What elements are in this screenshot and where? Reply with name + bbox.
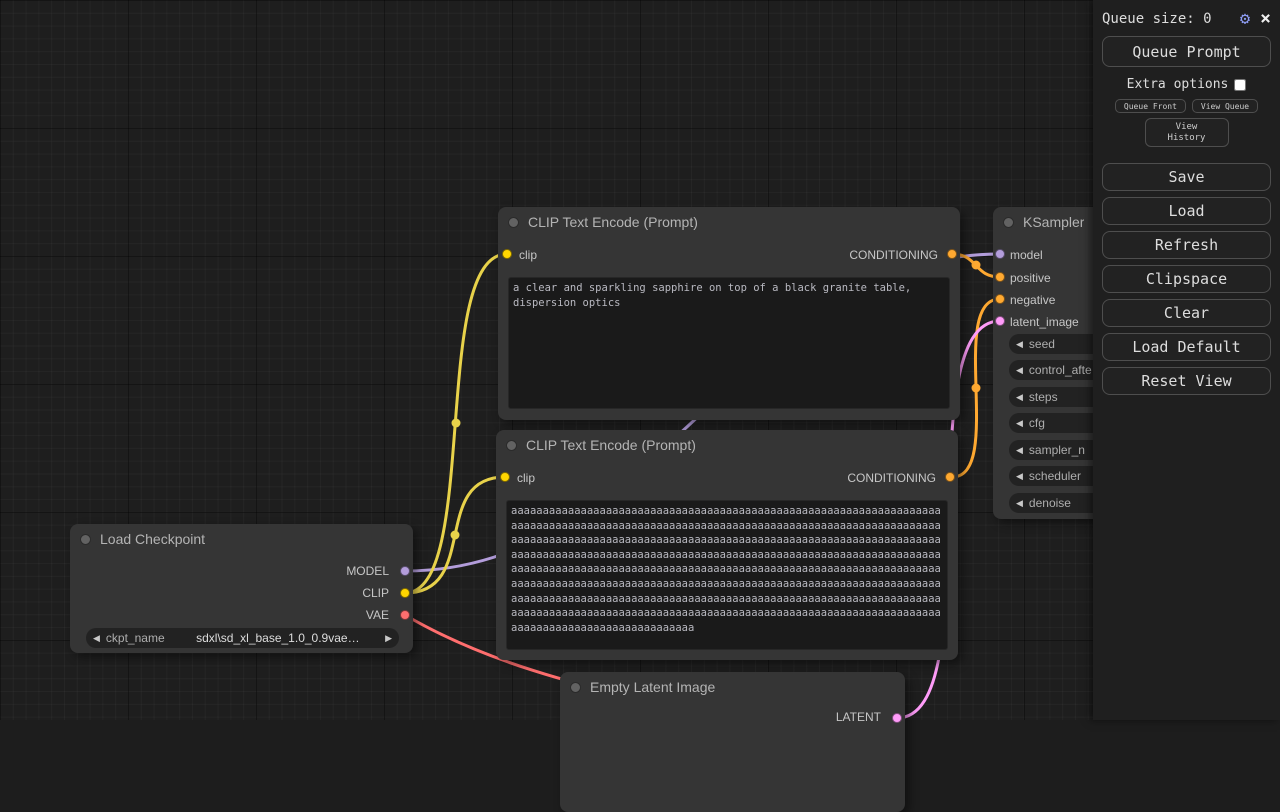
clipspace-button[interactable]: Clipspace bbox=[1102, 265, 1271, 293]
wire-clip-2-dot bbox=[451, 531, 460, 540]
wire-positive-dot bbox=[972, 261, 981, 270]
menu-header: Queue size: 0 ⚙ × bbox=[1102, 10, 1271, 28]
reset-view-button[interactable]: Reset View bbox=[1102, 367, 1271, 395]
prompt-textarea[interactable]: a clear and sparkling sapphire on top of… bbox=[508, 277, 950, 409]
node-title: Empty Latent Image bbox=[590, 679, 715, 695]
clip-input-slot[interactable] bbox=[502, 249, 512, 259]
collapse-dot-icon[interactable] bbox=[1003, 217, 1014, 228]
save-button[interactable]: Save bbox=[1102, 163, 1271, 191]
model-input-label: model bbox=[1010, 248, 1043, 262]
extra-options-checkbox[interactable] bbox=[1234, 79, 1246, 91]
conditioning-output-label: CONDITIONING bbox=[849, 248, 938, 262]
vae-output-label: VAE bbox=[366, 608, 389, 622]
clip-input-label: clip bbox=[517, 471, 535, 485]
queue-front-button[interactable]: Queue Front bbox=[1115, 99, 1186, 113]
collapse-dot-icon[interactable] bbox=[506, 440, 517, 451]
latent-image-input-label: latent_image bbox=[1010, 315, 1079, 329]
clear-button[interactable]: Clear bbox=[1102, 299, 1271, 327]
comfy-menu-panel: Queue size: 0 ⚙ × Queue Prompt Extra opt… bbox=[1093, 0, 1280, 720]
clip-output-slot[interactable] bbox=[400, 588, 410, 598]
widget-name: seed bbox=[1029, 337, 1055, 351]
clip-input-slot[interactable] bbox=[500, 472, 510, 482]
decrement-arrow-icon[interactable]: ◀ bbox=[1016, 471, 1023, 482]
wire-negative-dot bbox=[972, 384, 981, 393]
node-header[interactable]: Load Checkpoint bbox=[70, 524, 413, 554]
extra-options-row: Extra options bbox=[1102, 77, 1271, 92]
node-canvas[interactable]: CLIP Text Encode (Prompt) clip CONDITION… bbox=[0, 0, 1280, 720]
positive-input-label: positive bbox=[1010, 271, 1051, 285]
decrement-arrow-icon[interactable]: ◀ bbox=[1016, 339, 1023, 350]
latent-image-input-slot[interactable] bbox=[995, 316, 1005, 326]
node-title: CLIP Text Encode (Prompt) bbox=[526, 437, 696, 453]
queue-size-label: Queue size: 0 bbox=[1102, 11, 1240, 27]
node-load-checkpoint[interactable]: Load Checkpoint MODEL CLIP VAE ◀ ckpt_na… bbox=[70, 524, 413, 653]
collapse-dot-icon[interactable] bbox=[80, 534, 91, 545]
view-history-button[interactable]: View History bbox=[1145, 118, 1229, 147]
latent-output-label: LATENT bbox=[836, 710, 881, 724]
node-clip-text-encode-negative[interactable]: CLIP Text Encode (Prompt) clip CONDITION… bbox=[496, 430, 958, 660]
model-input-slot[interactable] bbox=[995, 249, 1005, 259]
wire-clip-1-dot bbox=[452, 419, 461, 428]
vae-output-slot[interactable] bbox=[400, 610, 410, 620]
node-title: Load Checkpoint bbox=[100, 531, 205, 547]
increment-arrow-icon[interactable]: ▶ bbox=[385, 633, 392, 644]
model-output-slot[interactable] bbox=[400, 566, 410, 576]
close-menu-icon[interactable]: × bbox=[1260, 10, 1271, 28]
widget-value: sdxl\sd_xl_base_1.0_0.9vae… bbox=[171, 631, 385, 645]
ckpt-name-widget[interactable]: ◀ ckpt_name sdxl\sd_xl_base_1.0_0.9vae… … bbox=[86, 628, 399, 648]
widget-name: denoise bbox=[1029, 496, 1071, 510]
prompt-textarea[interactable]: aaaaaaaaaaaaaaaaaaaaaaaaaaaaaaaaaaaaaaaa… bbox=[506, 500, 948, 650]
collapse-dot-icon[interactable] bbox=[570, 682, 581, 693]
view-history-row: View History bbox=[1102, 118, 1271, 147]
view-queue-button[interactable]: View Queue bbox=[1192, 99, 1258, 113]
conditioning-output-slot[interactable] bbox=[945, 472, 955, 482]
clip-output-label: CLIP bbox=[362, 586, 389, 600]
node-header[interactable]: CLIP Text Encode (Prompt) bbox=[498, 207, 960, 237]
decrement-arrow-icon[interactable]: ◀ bbox=[1016, 365, 1023, 376]
load-default-button[interactable]: Load Default bbox=[1102, 333, 1271, 361]
negative-input-slot[interactable] bbox=[995, 294, 1005, 304]
conditioning-output-label: CONDITIONING bbox=[847, 471, 936, 485]
clip-input-label: clip bbox=[519, 248, 537, 262]
queue-actions-row: Queue Front View Queue bbox=[1102, 99, 1271, 113]
decrement-arrow-icon[interactable]: ◀ bbox=[1016, 418, 1023, 429]
widget-name: cfg bbox=[1029, 416, 1045, 430]
load-button[interactable]: Load bbox=[1102, 197, 1271, 225]
queue-prompt-button[interactable]: Queue Prompt bbox=[1102, 36, 1271, 67]
latent-output-slot[interactable] bbox=[892, 713, 902, 723]
node-clip-text-encode-positive[interactable]: CLIP Text Encode (Prompt) clip CONDITION… bbox=[498, 207, 960, 420]
negative-input-label: negative bbox=[1010, 293, 1055, 307]
widget-name: ckpt_name bbox=[106, 631, 165, 645]
node-title: CLIP Text Encode (Prompt) bbox=[528, 214, 698, 230]
positive-input-slot[interactable] bbox=[995, 272, 1005, 282]
decrement-arrow-icon[interactable]: ◀ bbox=[1016, 445, 1023, 456]
collapse-dot-icon[interactable] bbox=[508, 217, 519, 228]
settings-gear-icon[interactable]: ⚙ bbox=[1240, 11, 1250, 28]
widget-name: steps bbox=[1029, 390, 1058, 404]
node-title: KSampler bbox=[1023, 214, 1084, 230]
refresh-button[interactable]: Refresh bbox=[1102, 231, 1271, 259]
node-header[interactable]: Empty Latent Image bbox=[560, 672, 905, 702]
decrement-arrow-icon[interactable]: ◀ bbox=[1016, 392, 1023, 403]
widget-name: scheduler bbox=[1029, 469, 1081, 483]
model-output-label: MODEL bbox=[346, 564, 389, 578]
widget-name: sampler_n bbox=[1029, 443, 1085, 457]
extra-options-label: Extra options bbox=[1127, 77, 1229, 92]
conditioning-output-slot[interactable] bbox=[947, 249, 957, 259]
decrement-arrow-icon[interactable]: ◀ bbox=[1016, 498, 1023, 509]
decrement-arrow-icon[interactable]: ◀ bbox=[93, 633, 100, 644]
node-header[interactable]: CLIP Text Encode (Prompt) bbox=[496, 430, 958, 460]
widget-name: control_afte bbox=[1029, 363, 1092, 377]
node-empty-latent-image[interactable]: Empty Latent Image LATENT bbox=[560, 672, 905, 812]
